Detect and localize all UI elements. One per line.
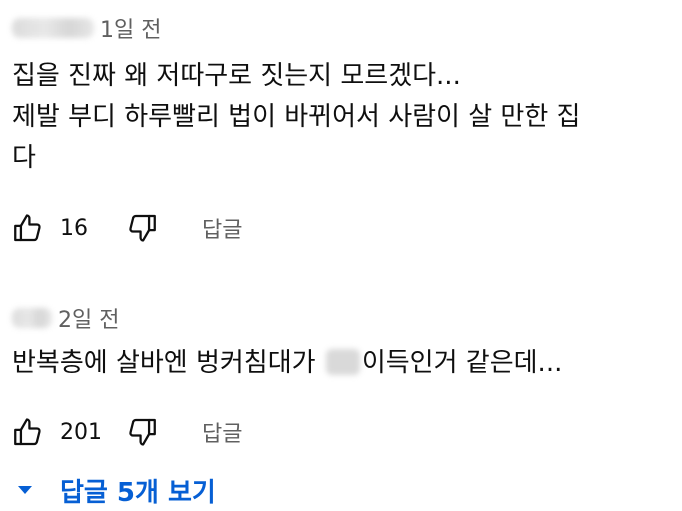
thumbs-down-icon [129,418,156,446]
like-count: 201 [60,419,102,445]
dislike-button[interactable] [124,210,160,246]
comment-actions: 16 답글 [10,206,242,250]
comment-header: 1일 전 [12,8,161,48]
view-replies-button[interactable]: 답글 5개 보기 [12,470,216,510]
comment-text-line: 제발 부디 하루빨리 법이 바뀌어서 사람이 살 만한 집 [12,102,581,132]
comment-actions: 201 답글 [10,410,242,454]
thumbs-up-icon [14,418,41,446]
dislike-button[interactable] [124,414,160,450]
reply-button[interactable]: 답글 [202,212,242,244]
comment-text-line: 집을 진짜 왜 저따구로 짓는지 모르겠다... [12,61,461,91]
like-button[interactable] [10,414,46,450]
blurred-word [325,349,360,375]
like-button[interactable] [10,210,46,246]
like-count: 16 [60,215,88,241]
thumbs-down-icon [129,214,156,242]
comments-section: 1일 전 집을 진짜 왜 저따구로 짓는지 모르겠다... 제발 부디 하루빨리… [0,0,682,511]
blurred-author-name[interactable] [12,18,94,38]
caret-down-icon [12,477,38,503]
comment-text: 집을 진짜 왜 저따구로 짓는지 모르겠다... 제발 부디 하루빨리 법이 바… [12,56,682,179]
comment-text-part: 이득인거 같은데... [361,348,563,378]
comment-text-line: 다 [12,143,36,173]
thumbs-up-icon [14,214,41,242]
blurred-author-name[interactable] [12,308,52,328]
comment-timestamp[interactable]: 2일 전 [58,302,119,334]
reply-button[interactable]: 답글 [202,416,242,448]
comment-text-part: 반복층에 살바엔 벙커침대가 [12,348,324,378]
comment-text: 반복층에 살바엔 벙커침대가 이득인거 같은데... [12,343,682,384]
view-replies-label: 답글 5개 보기 [60,477,216,508]
comment-timestamp[interactable]: 1일 전 [100,12,161,44]
comment-header: 2일 전 [12,298,119,338]
